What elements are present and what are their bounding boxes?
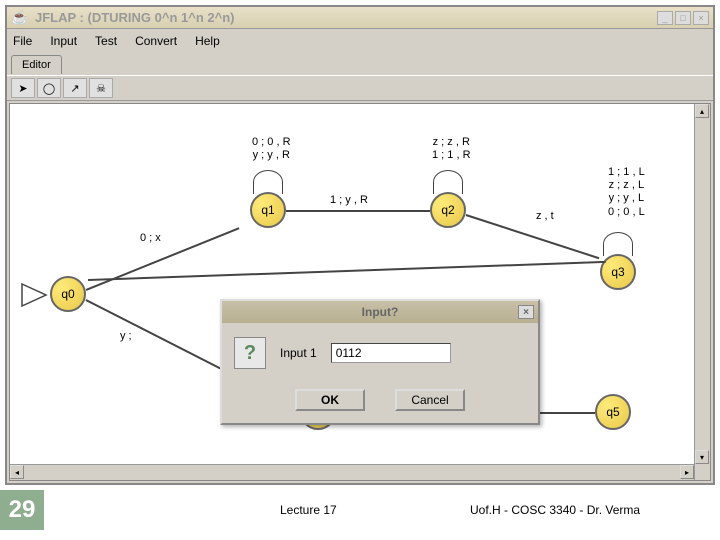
slide-footer: 29 Lecture 17 Uof.H - COSC 3340 - Dr. Ve… [0,490,720,530]
menu-file[interactable]: File [13,34,32,48]
cancel-button[interactable]: Cancel [395,389,465,411]
dialog-titlebar: Input? × [222,301,538,323]
label-q2-loop: z ; z , R 1 ; 1 , R [432,136,471,162]
tabbar: Editor [7,53,713,75]
tool-transition-icon[interactable]: ↗ [63,78,87,98]
state-q5[interactable]: q5 [595,394,631,430]
toolbar: ➤ ◯ ↗ ☠ [7,75,713,101]
ok-button[interactable]: OK [295,389,365,411]
state-label: q3 [611,265,624,279]
slide-number: 29 [0,490,44,530]
dialog-label: Input 1 [280,346,317,360]
state-q0[interactable]: q0 [50,276,86,312]
titlebar: ☕ JFLAP : (DTURING 0^n 1^n 2^n) _ □ × [7,7,713,29]
menu-test[interactable]: Test [95,34,117,48]
scroll-left-icon[interactable]: ◂ [10,465,24,479]
state-label: q2 [441,203,454,217]
edge-q3-q0 [88,261,606,281]
edge-q0-q1 [86,227,240,290]
state-label: q5 [606,405,619,419]
maximize-icon[interactable]: □ [675,11,691,25]
menu-input[interactable]: Input [50,34,77,48]
window-title: JFLAP : (DTURING 0^n 1^n 2^n) [35,10,235,25]
scroll-up-icon[interactable]: ▴ [695,104,709,118]
scrollbar-horizontal[interactable]: ◂ ▸ [10,464,694,480]
input-dialog: Input? × ? Input 1 OK Cancel [220,299,540,425]
edge-q2-q3 [466,214,600,259]
java-icon: ☕ [11,9,29,27]
footer-credit: Uof.H - COSC 3340 - Dr. Verma [470,503,640,517]
question-icon: ? [234,337,266,369]
menubar: File Input Test Convert Help [7,29,713,53]
tool-delete-icon[interactable]: ☠ [89,78,113,98]
state-q1[interactable]: q1 [250,192,286,228]
start-arrow-icon [20,280,50,313]
tool-pointer-icon[interactable]: ➤ [11,78,35,98]
label-q1-loop: 0 ; 0 , R y ; y , R [252,136,291,162]
state-q3[interactable]: q3 [600,254,636,290]
menu-help[interactable]: Help [195,34,220,48]
close-icon[interactable]: × [693,11,709,25]
tab-editor[interactable]: Editor [11,55,62,74]
label-q3-loop: 1 ; 1 , L z ; z , L y ; y , L 0 ; 0 , L [608,166,645,219]
dialog-title: Input? [362,305,399,319]
state-q2[interactable]: q2 [430,192,466,228]
label-q0-q4: y ; [120,330,132,343]
state-label: q1 [261,203,274,217]
scroll-down-icon[interactable]: ▾ [695,450,709,464]
menu-convert[interactable]: Convert [135,34,177,48]
editor-canvas[interactable]: q0 q1 q2 q3 q4 q5 0 ; 0 , R y ; y , R z … [9,103,711,481]
footer-lecture: Lecture 17 [280,503,337,517]
tool-state-icon[interactable]: ◯ [37,78,61,98]
loop-q1 [253,170,283,194]
label-q2-q3: z , t [536,210,554,223]
dialog-close-icon[interactable]: × [518,305,534,319]
loop-q2 [433,170,463,194]
scroll-right-icon[interactable]: ▸ [680,465,694,479]
minimize-icon[interactable]: _ [657,11,673,25]
dialog-input[interactable] [331,343,451,363]
edge-q1-q2 [286,210,430,212]
label-q1-q2: 1 ; y , R [330,194,368,207]
state-label: q0 [61,287,74,301]
scrollbar-vertical[interactable]: ▴ ▾ [694,104,710,480]
app-window: ☕ JFLAP : (DTURING 0^n 1^n 2^n) _ □ × Fi… [5,5,715,485]
loop-q3 [603,232,633,256]
label-q0-q1: 0 ; x [140,232,161,245]
